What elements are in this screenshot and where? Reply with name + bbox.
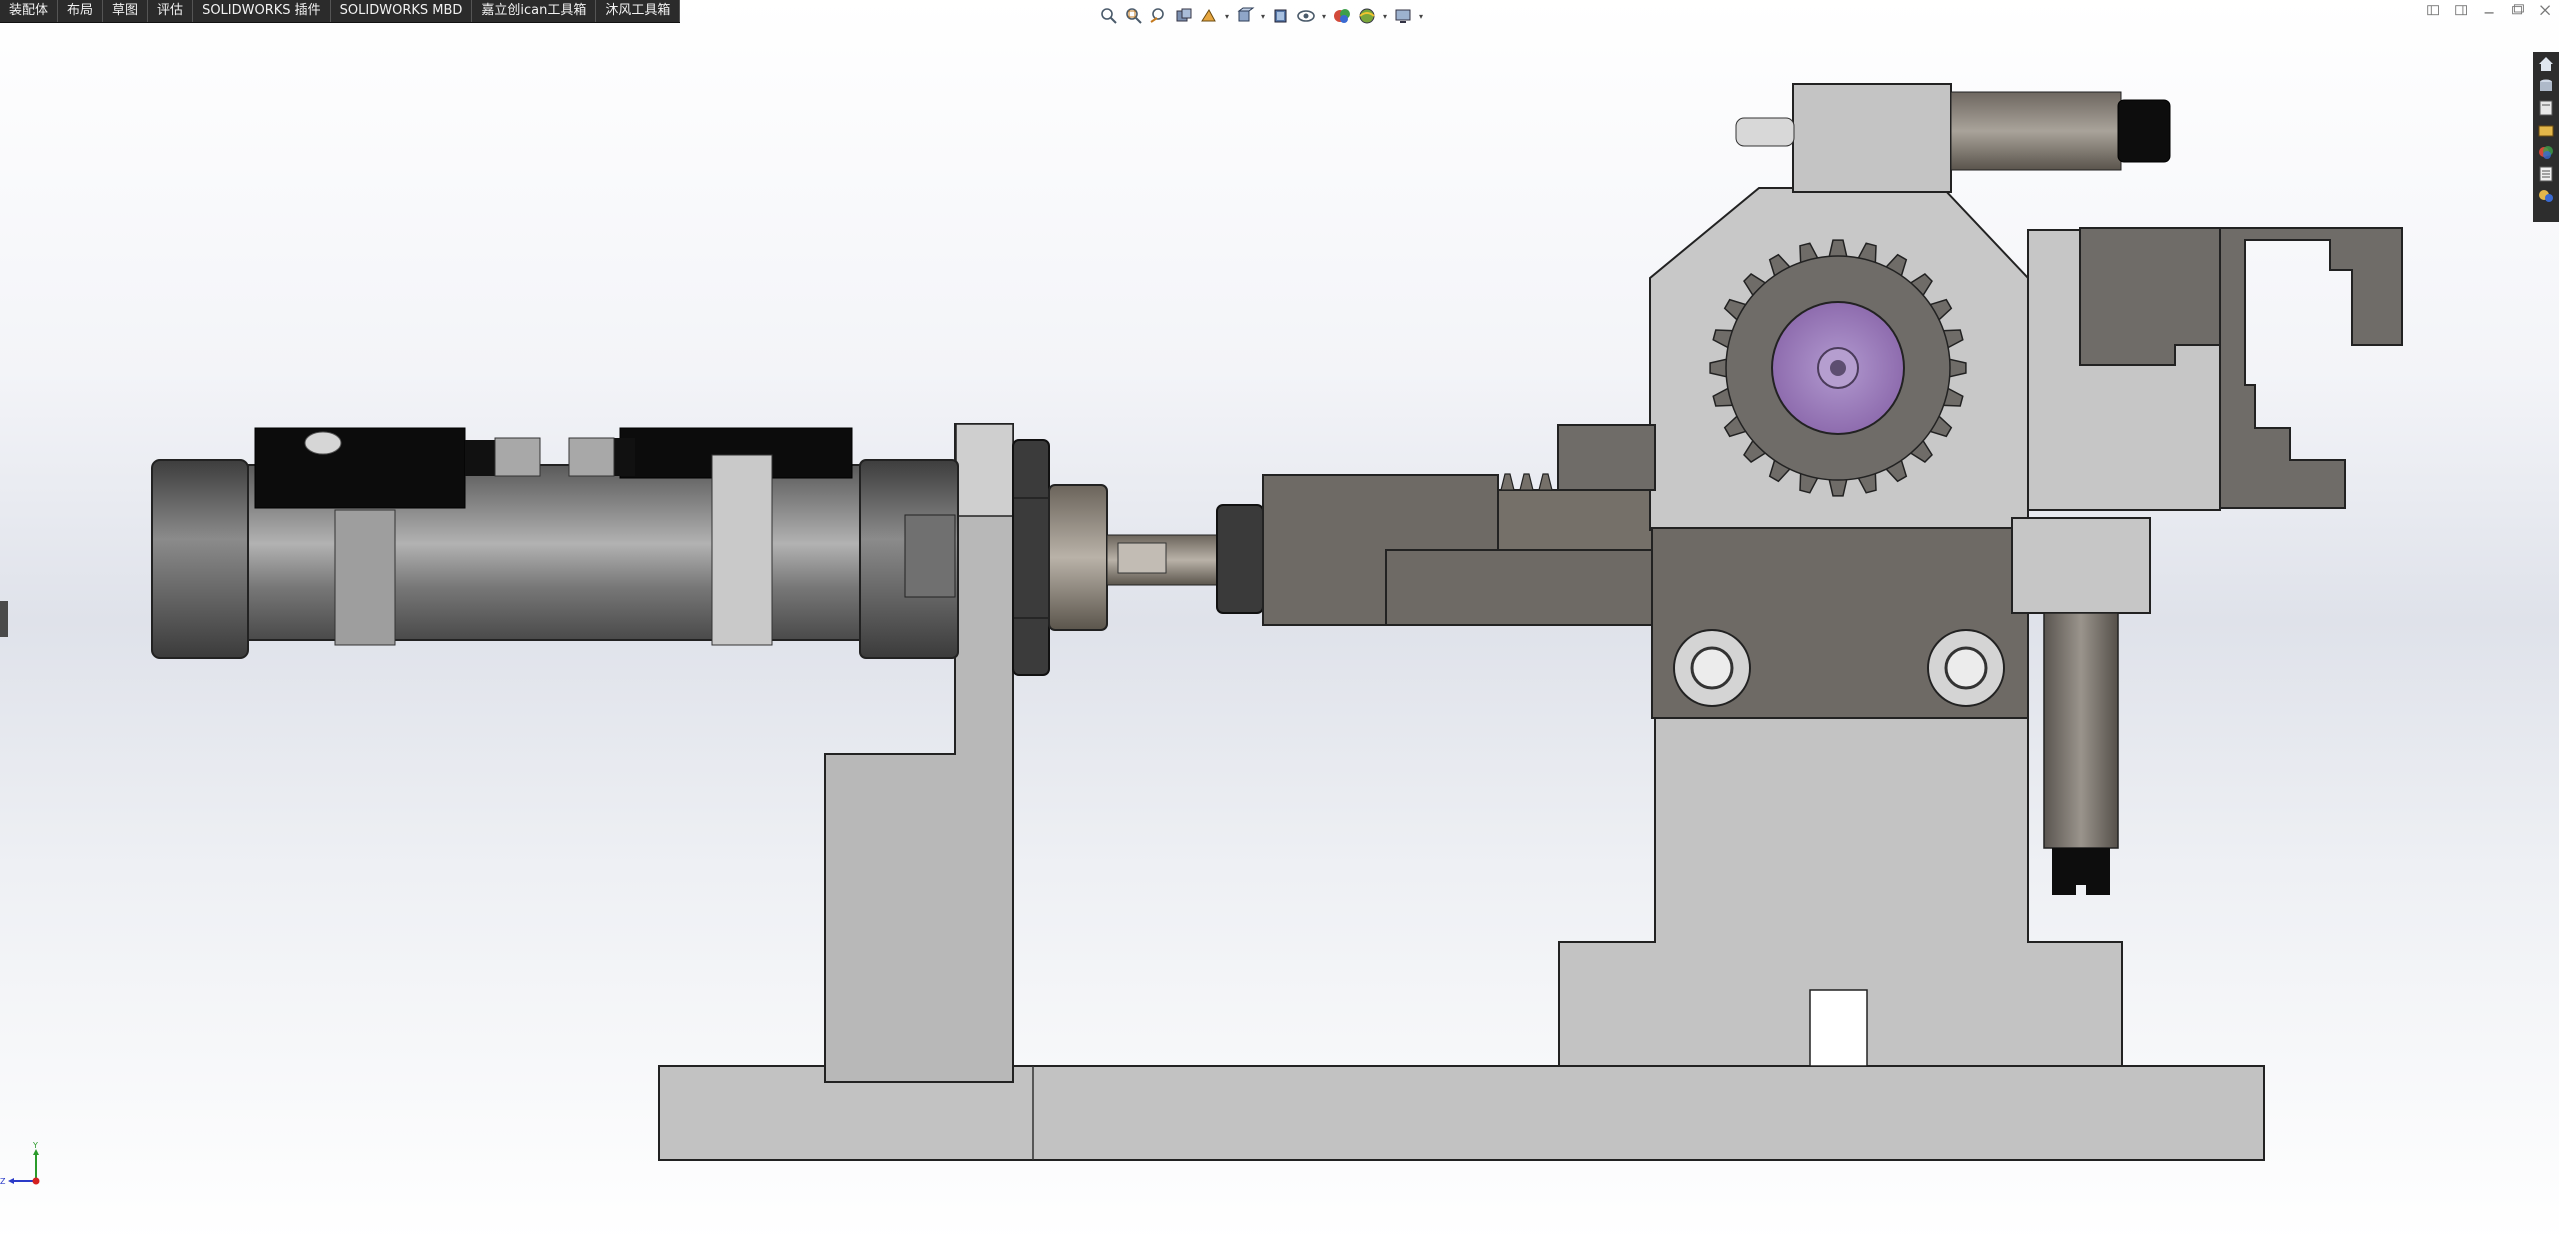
triad-y-label: Y	[32, 1141, 38, 1150]
display-style-icon[interactable]	[1270, 5, 1292, 27]
restore-left-icon[interactable]	[2425, 4, 2443, 20]
chevron-down-icon[interactable]: ▾	[1417, 5, 1425, 27]
tab-7[interactable]: 沐风工具箱	[596, 0, 681, 22]
zoom-to-fit-icon[interactable]	[1098, 5, 1120, 27]
command-manager-tabs: 装配体 布局 草图 评估 SOLIDWORKS 插件 SOLIDWORKS MBD 嘉立创i…	[0, 0, 681, 23]
appearances-icon[interactable]	[2536, 142, 2556, 162]
dynamic-annotation-icon[interactable]	[1198, 5, 1220, 27]
restore-right-icon[interactable]	[2453, 4, 2471, 20]
spur-gear[interactable]	[1709, 239, 1967, 497]
slider-block[interactable]	[1651, 527, 2029, 719]
close-icon[interactable]	[2537, 4, 2555, 20]
file-explorer-icon[interactable]	[2536, 120, 2556, 140]
triad-z-label: Z	[0, 1177, 6, 1186]
task-pane-tabs	[2533, 52, 2559, 222]
zoom-to-area-icon[interactable]	[1123, 5, 1145, 27]
guide-block[interactable]	[2011, 517, 2151, 895]
graphics-area[interactable]	[0, 0, 2559, 1241]
mounting-nut[interactable]	[1012, 439, 1050, 676]
tab-6[interactable]: 嘉立创ican工具箱	[472, 0, 597, 22]
chevron-down-icon[interactable]: ▾	[1320, 5, 1328, 27]
tab-3[interactable]: 评估	[148, 0, 194, 22]
assembly-model[interactable]	[0, 0, 2559, 1241]
heads-up-view-toolbar: ▾ ▾ ▾ ▾ ▾	[1098, 3, 1425, 29]
maximize-icon[interactable]	[2509, 4, 2527, 20]
chevron-down-icon[interactable]: ▾	[1381, 5, 1389, 27]
resources-icon[interactable]	[2536, 76, 2556, 96]
tab-0[interactable]: 装配体	[0, 0, 59, 22]
pneumatic-cylinder[interactable]	[151, 427, 959, 659]
reference-triad: Y Z	[0, 1141, 40, 1186]
window-controls	[2425, 4, 2555, 20]
section-view-icon[interactable]	[1173, 5, 1195, 27]
home-icon[interactable]	[2536, 54, 2556, 74]
tab-5[interactable]: SOLIDWORKS MBD	[331, 0, 473, 22]
edit-appearance-icon[interactable]	[1331, 5, 1353, 27]
top-stop-bracket[interactable]	[1735, 83, 2171, 193]
hide-show-items-icon[interactable]	[1295, 5, 1317, 27]
custom-properties-icon[interactable]	[2536, 164, 2556, 184]
piston-rod[interactable]	[1048, 484, 1264, 631]
previous-view-icon[interactable]	[1148, 5, 1170, 27]
tab-1[interactable]: 布局	[58, 0, 104, 22]
chevron-down-icon[interactable]: ▾	[1223, 5, 1231, 27]
tab-2[interactable]: 草图	[103, 0, 149, 22]
chevron-down-icon[interactable]: ▾	[1259, 5, 1267, 27]
gear-support-block[interactable]	[1558, 709, 2123, 1067]
design-library-icon[interactable]	[2536, 98, 2556, 118]
apply-scene-icon[interactable]	[1356, 5, 1378, 27]
minimize-icon[interactable]	[2481, 4, 2499, 20]
clamp-jaw[interactable]	[2027, 227, 2403, 511]
view-orientation-icon[interactable]	[1234, 5, 1256, 27]
forum-icon[interactable]	[2536, 186, 2556, 206]
tab-4[interactable]: SOLIDWORKS 插件	[193, 0, 331, 22]
view-settings-icon[interactable]	[1392, 5, 1414, 27]
feature-tree-collapse-handle[interactable]	[0, 601, 8, 637]
